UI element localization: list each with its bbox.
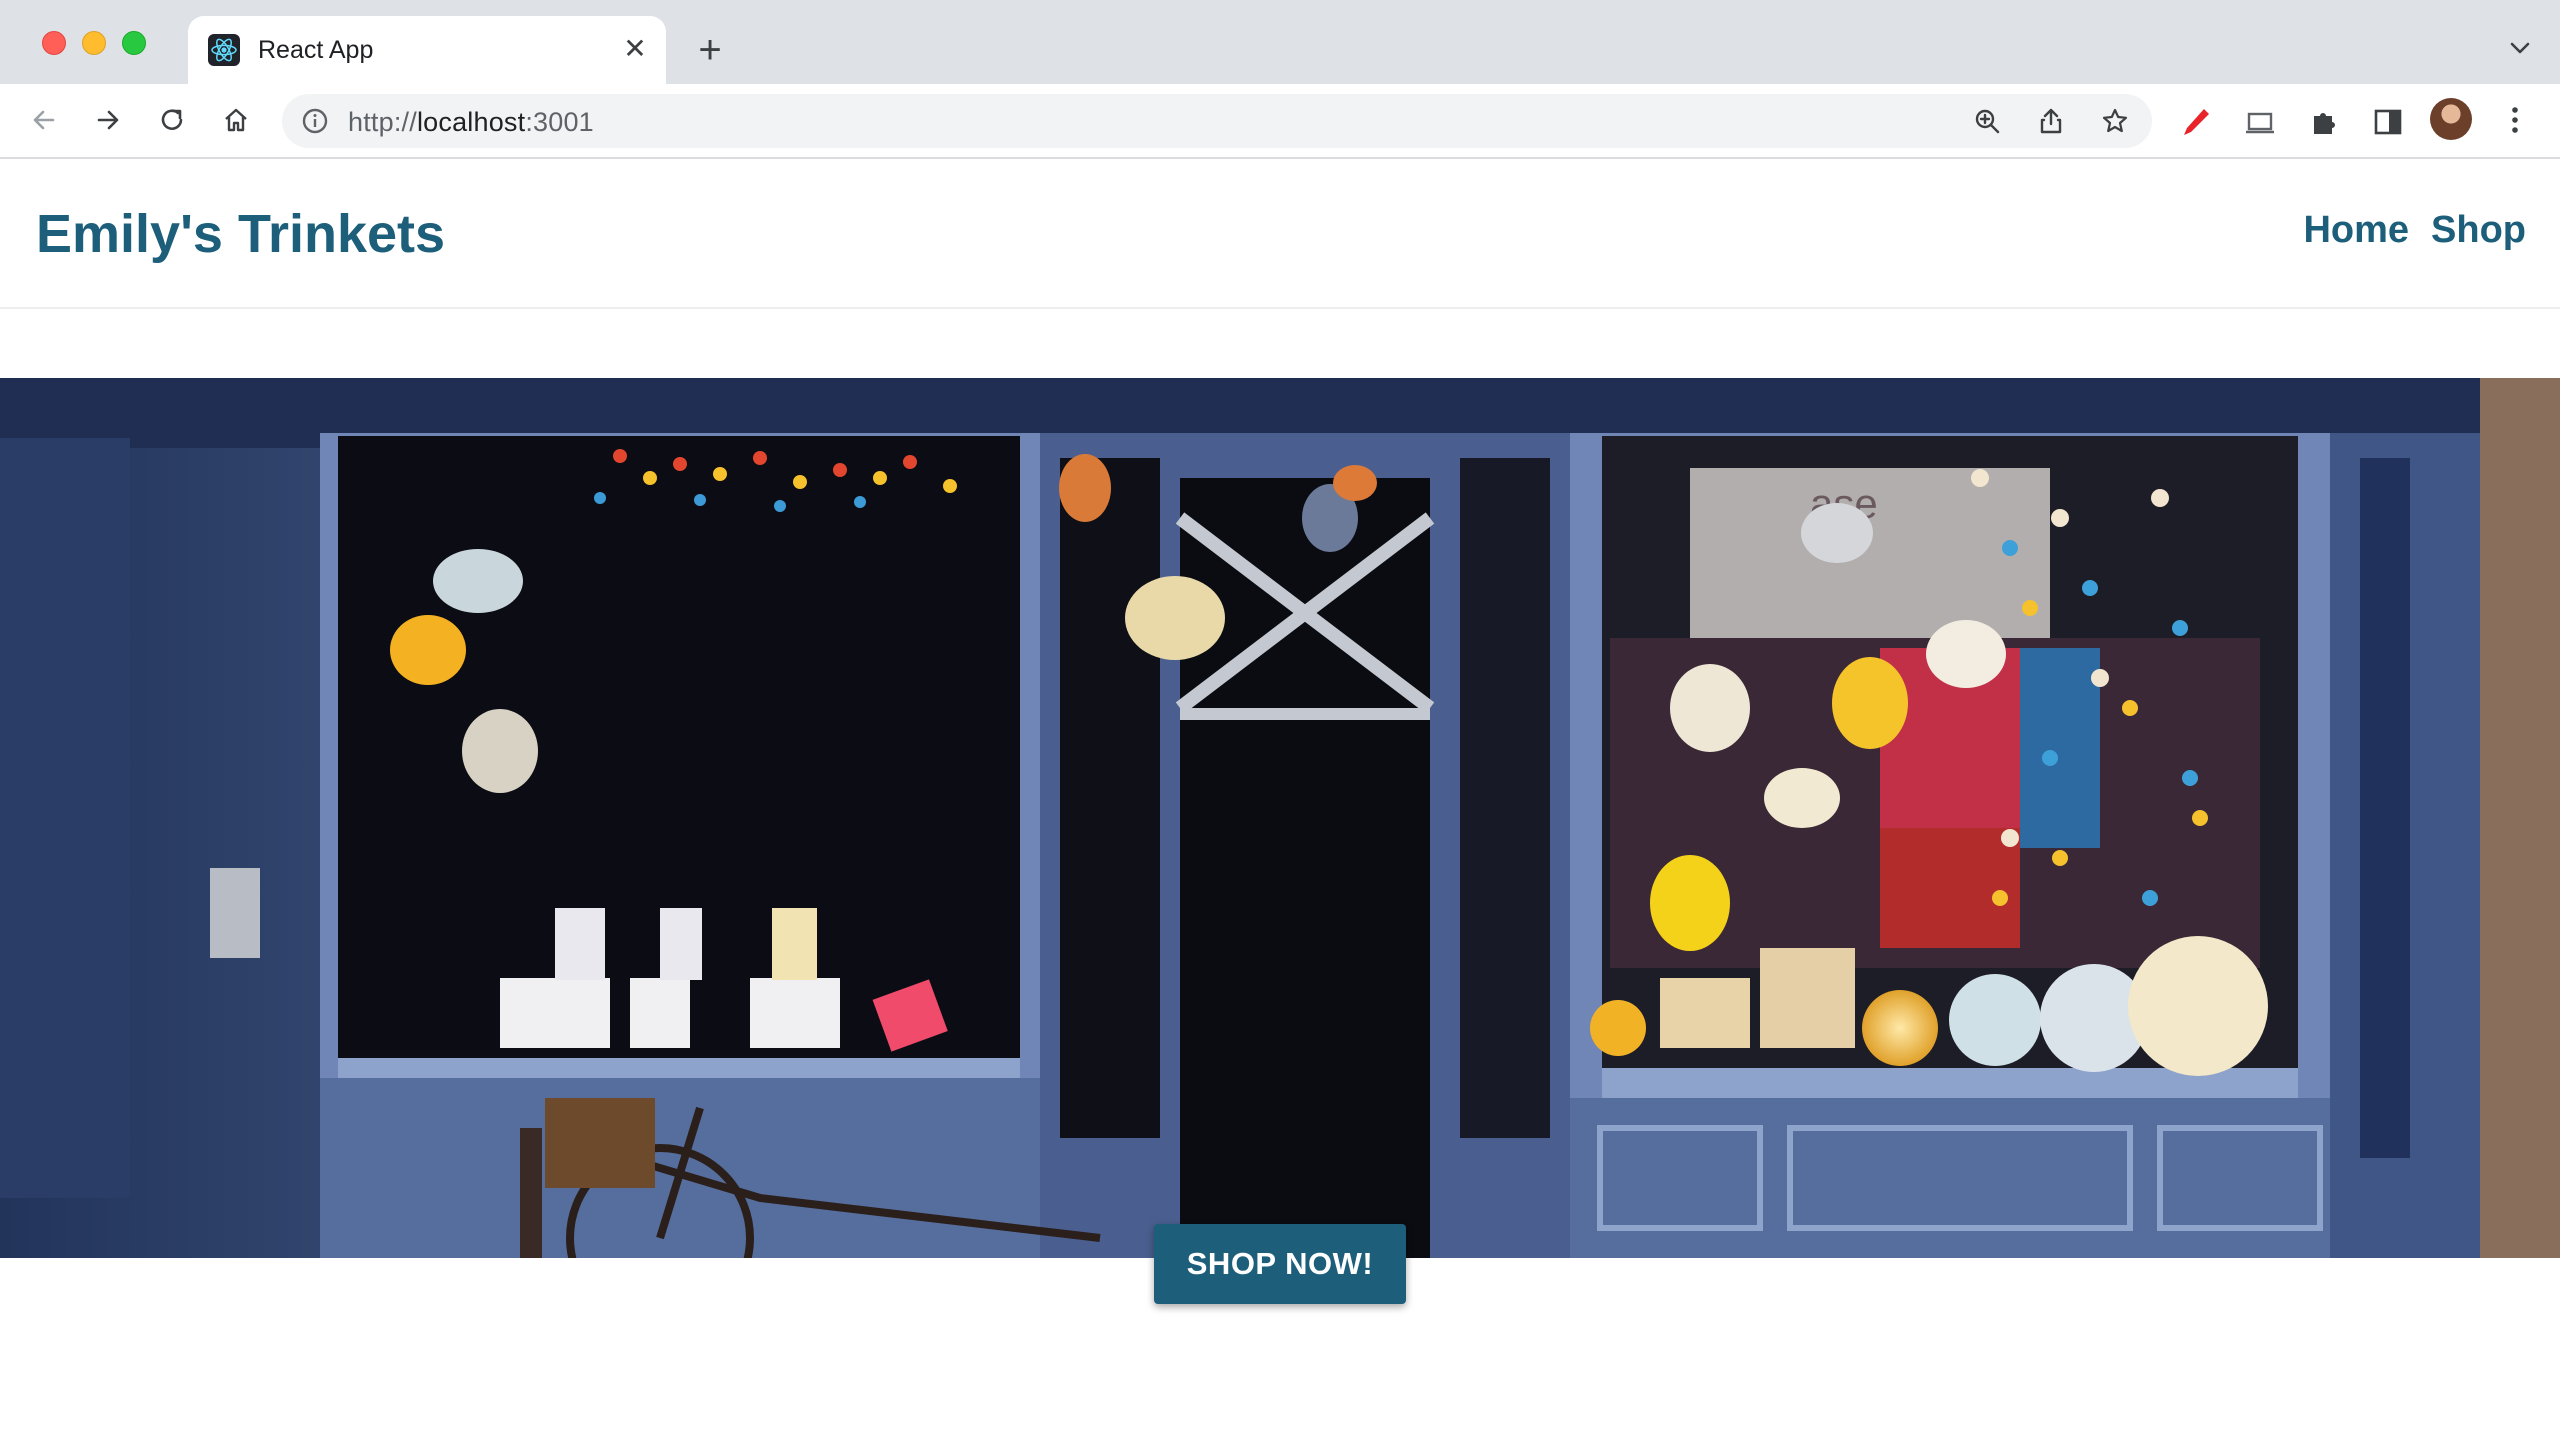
pen-extension-icon[interactable] (2180, 106, 2212, 138)
nav-link-home[interactable]: Home (2303, 209, 2409, 252)
minimize-window-button[interactable] (82, 31, 106, 55)
reload-icon[interactable] (152, 100, 192, 140)
new-tab-icon[interactable]: + (690, 30, 730, 70)
more-menu-icon[interactable] (2505, 104, 2525, 136)
browser-toolbar: http://localhost:3001 (0, 84, 2560, 158)
extensions-puzzle-icon[interactable] (2308, 106, 2340, 138)
forward-arrow-icon[interactable] (88, 100, 128, 140)
nav-link-shop[interactable]: Shop (2431, 209, 2526, 252)
zoom-icon[interactable] (1972, 106, 2002, 136)
side-panel-icon[interactable] (2372, 106, 2404, 138)
cast-icon[interactable] (2244, 106, 2276, 138)
tab-title: React App (258, 36, 374, 64)
maximize-window-button[interactable] (122, 31, 146, 55)
close-window-button[interactable] (42, 31, 66, 55)
main-nav: Home Shop (2303, 209, 2526, 252)
close-tab-icon[interactable]: ✕ (618, 32, 652, 66)
bookmark-star-icon[interactable] (2100, 106, 2130, 136)
home-icon[interactable] (216, 100, 256, 140)
shop-now-button[interactable]: SHOP NOW! (1154, 1224, 1406, 1304)
site-header: Emily's Trinkets Home Shop (0, 159, 2560, 309)
back-arrow-icon[interactable] (24, 100, 64, 140)
react-logo-icon (208, 34, 240, 66)
url-text[interactable]: http://localhost:3001 (348, 107, 594, 138)
profile-avatar[interactable] (2430, 98, 2472, 140)
address-bar[interactable]: http://localhost:3001 (282, 94, 2152, 148)
browser-tab[interactable]: React App ✕ (188, 16, 666, 84)
share-icon[interactable] (2036, 106, 2066, 136)
hero-storefront-image: ase (0, 378, 2560, 1258)
chevron-down-icon[interactable] (2506, 34, 2534, 62)
site-info-icon[interactable] (300, 106, 330, 136)
browser-tab-bar: React App ✕ + (0, 0, 2560, 84)
brand-title[interactable]: Emily's Trinkets (36, 203, 445, 265)
